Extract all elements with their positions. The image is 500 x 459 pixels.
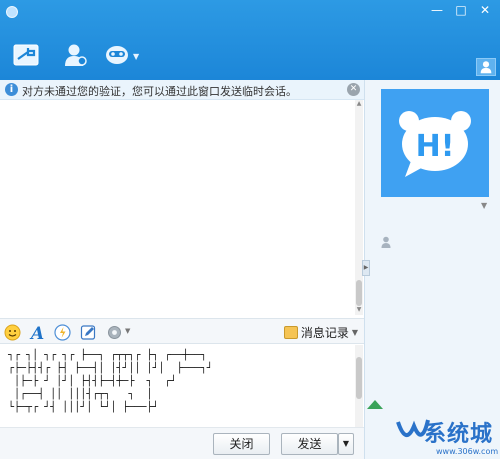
avatar-text: H! (416, 129, 455, 164)
app-logo-icon (6, 6, 18, 18)
chevron-down-icon[interactable]: ▼ (481, 201, 487, 210)
chevron-down-icon[interactable]: ▼ (125, 327, 130, 335)
input-toolbar: A ▼ 消息记录 ▼ (0, 318, 364, 344)
input-scrollbar[interactable] (355, 345, 363, 427)
contact-panel: H! ▼ ▶ (362, 80, 500, 459)
verification-notice: i 对方未通过您的验证，您可以通过此窗口发送临时会话。 ✕ (0, 80, 364, 100)
avatar[interactable]: H! (381, 89, 489, 197)
close-window-button[interactable]: ✕ (474, 0, 496, 20)
contact-icon[interactable] (62, 42, 90, 68)
message-history-label: 消息记录 (300, 325, 349, 340)
remote-assist-icon[interactable] (104, 42, 132, 68)
font-icon[interactable]: A (29, 324, 46, 341)
message-history-button[interactable]: 消息记录 ▼ (283, 324, 358, 340)
user-panel-toggle[interactable] (476, 58, 496, 76)
close-button[interactable]: 关闭 (213, 433, 270, 455)
action-bar: 关闭 发送 ▼ (0, 427, 364, 459)
title-bar: — □ ✕ ▼ (0, 0, 500, 80)
input-content: ┐┌ ┐│ ┐┌ ┐┌ ├──┐ ┌┬┬┐┌ ├┐ ┌──┼──┐ ┌├─├┤┤… (8, 350, 213, 413)
notice-close-button[interactable]: ✕ (347, 83, 360, 96)
svg-text:A: A (29, 324, 44, 341)
person-icon (381, 236, 391, 248)
shake-icon[interactable] (54, 324, 71, 341)
up-arrow-icon (367, 400, 383, 409)
panel-collapse-button[interactable]: ▶ (362, 260, 370, 276)
settings-icon[interactable] (106, 324, 123, 341)
chat-scroll-thumb[interactable] (356, 280, 362, 306)
input-scroll-thumb[interactable] (356, 357, 362, 399)
person-icon (480, 61, 492, 74)
history-icon (283, 325, 298, 339)
chevron-down-icon[interactable]: ▼ (352, 328, 358, 337)
watermark-text: 系统城 (424, 421, 494, 447)
send-button[interactable]: 发送 (281, 433, 338, 455)
watermark-url: www.306w.com (436, 447, 499, 456)
chat-scrollbar[interactable]: ▲ ▼ (355, 100, 363, 315)
bear-chat-icon: H! (399, 111, 471, 177)
minimize-button[interactable]: — (426, 0, 448, 20)
send-options-button[interactable]: ▼ (338, 433, 354, 455)
edit-icon[interactable] (80, 324, 97, 341)
scroll-up-icon[interactable]: ▲ (355, 100, 363, 107)
notice-text: 对方未通过您的验证，您可以通过此窗口发送临时会话。 (22, 85, 297, 98)
emoji-icon[interactable] (4, 324, 21, 341)
maximize-button[interactable]: □ (450, 0, 472, 20)
send-file-icon[interactable] (12, 42, 40, 68)
scroll-down-icon[interactable]: ▼ (355, 306, 363, 313)
chevron-down-icon[interactable]: ▼ (133, 52, 139, 61)
message-input[interactable]: ┐┌ ┐│ ┐┌ ┐┌ ├──┐ ┌┬┬┐┌ ├┐ ┌──┼──┐ ┌├─├┤┤… (0, 345, 364, 427)
chat-message-area[interactable]: ▲ ▼ (0, 100, 364, 315)
info-icon: i (5, 83, 18, 96)
